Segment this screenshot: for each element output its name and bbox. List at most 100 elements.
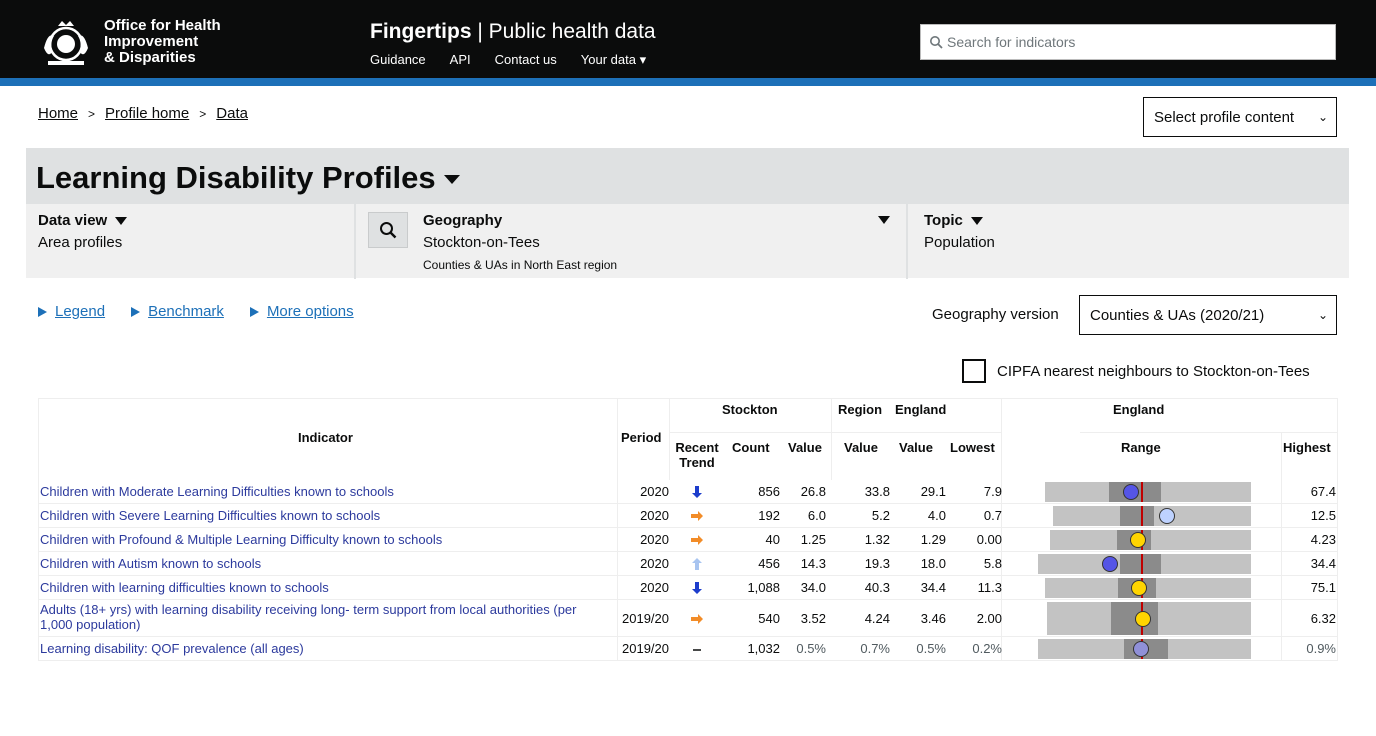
header-value[interactable]: Value	[788, 440, 822, 455]
legend-link[interactable]: Legend	[55, 303, 105, 320]
area-value-marker[interactable]	[1133, 641, 1149, 657]
header-period[interactable]: Period	[621, 430, 661, 445]
table-border	[1337, 398, 1338, 660]
table-border	[1281, 432, 1282, 660]
region-value-cell: 0.7%	[860, 641, 890, 656]
indicator-link[interactable]: Children with Profound & Multiple Learni…	[40, 532, 605, 547]
area-value-marker[interactable]	[1122, 484, 1139, 500]
trend-down-arrow-icon	[692, 486, 702, 498]
caret-down-icon	[115, 217, 128, 226]
select-profile-content[interactable]: Select profile content ⌄	[1143, 97, 1337, 137]
area-value-marker[interactable]	[1158, 508, 1175, 524]
highest-cell: 0.9%	[1306, 641, 1336, 656]
trend-no-change-icon	[693, 649, 701, 651]
england-value-cell: 18.0	[920, 556, 946, 571]
geography-version-label: Geography version	[932, 306, 1059, 323]
org-name-line1: Office for Health	[104, 17, 221, 34]
geography-value: Stockton-on-Tees	[423, 234, 540, 251]
value-cell: 1.25	[800, 532, 826, 547]
benchmark-link[interactable]: Benchmark	[148, 303, 224, 320]
highest-cell: 75.1	[1310, 580, 1336, 595]
cipfa-checkbox[interactable]	[962, 359, 986, 383]
highest-cell: 4.23	[1310, 532, 1336, 547]
search-input[interactable]: Search for indicators	[920, 24, 1336, 60]
indicator-link[interactable]: Children with Autism known to schools	[40, 556, 605, 571]
legend-toggle[interactable]: Legend	[38, 303, 105, 320]
breadcrumb-home[interactable]: Home	[38, 105, 78, 122]
geography-selector[interactable]: Geography Stockton-on-Tees Counties & UA…	[358, 204, 908, 279]
table-border	[38, 398, 1338, 399]
area-value-marker[interactable]	[1101, 556, 1118, 572]
triangle-right-icon	[249, 307, 259, 318]
lowest-cell: 7.9	[983, 484, 1002, 499]
breadcrumb-separator: >	[88, 106, 96, 121]
nav-contact[interactable]: Contact us	[495, 52, 557, 68]
row-divider	[38, 551, 1338, 552]
caret-down-icon	[970, 217, 983, 226]
region-value-cell: 33.8	[864, 484, 890, 499]
cipfa-label: CIPFA nearest neighbours to Stockton-on-…	[997, 363, 1310, 380]
lowest-cell: 0.2%	[972, 641, 1002, 656]
england-value-cell: 4.0	[927, 508, 946, 523]
nav-your-data[interactable]: Your data ▾	[581, 52, 646, 68]
region-value-cell: 1.32	[864, 532, 890, 547]
area-value-marker[interactable]	[1135, 610, 1152, 627]
triangle-right-icon	[131, 307, 141, 318]
nav-guidance[interactable]: Guidance	[370, 52, 426, 68]
region-value-cell: 40.3	[864, 580, 890, 595]
england-value-cell: 34.4	[920, 580, 946, 595]
header-count[interactable]: Count	[732, 440, 770, 455]
data-view-value: Area profiles	[38, 234, 123, 251]
profile-title-text: Learning Disability Profiles	[36, 160, 436, 195]
period-cell: 2020	[640, 532, 669, 547]
header-indicator[interactable]: Indicator	[298, 430, 353, 445]
site-brand[interactable]: Fingertips | Public health data	[370, 20, 656, 44]
breadcrumb: Home > Profile home > Data	[38, 105, 248, 122]
breadcrumb-profile-home[interactable]: Profile home	[105, 105, 189, 122]
count-cell: 856	[758, 484, 780, 499]
header-england-value[interactable]: Value	[899, 440, 933, 455]
period-cell: 2020	[640, 556, 669, 571]
profile-selectors: Data view Area profiles Geography Stockt…	[26, 203, 1349, 279]
profile-title[interactable]: Learning Disability Profiles	[36, 160, 460, 196]
header-range: Range	[1121, 440, 1161, 455]
header-region-value[interactable]: Value	[844, 440, 878, 455]
data-view-label: Data view	[38, 212, 128, 229]
geography-version-select[interactable]: Counties & UAs (2020/21) ⌄	[1079, 295, 1337, 335]
org-name-line2: Improvement	[104, 33, 199, 50]
indicator-link[interactable]: Adults (18+ yrs) with learning disabilit…	[40, 602, 605, 632]
data-view-selector[interactable]: Data view Area profiles	[26, 204, 356, 279]
indicator-link[interactable]: Learning disability: QOF prevalence (all…	[40, 641, 605, 656]
indicator-link[interactable]: Children with Severe Learning Difficulti…	[40, 508, 605, 523]
table-border	[1080, 432, 1338, 433]
trend-right-arrow-icon	[691, 511, 703, 521]
indicator-link[interactable]: Children with learning difficulties know…	[40, 580, 605, 595]
geography-search-button[interactable]	[368, 212, 408, 248]
table-border	[831, 398, 832, 480]
indicator-link[interactable]: Children with Moderate Learning Difficul…	[40, 484, 605, 499]
england-value-cell: 0.5%	[916, 641, 946, 656]
search-icon	[380, 222, 397, 239]
more-options-toggle[interactable]: More options	[249, 303, 354, 320]
profile-panel: Learning Disability Profiles Data view A…	[26, 148, 1349, 279]
org-name[interactable]: Office for Health Improvement & Disparit…	[104, 18, 221, 66]
count-cell: 456	[758, 556, 780, 571]
site-header: Office for Health Improvement & Disparit…	[0, 0, 1376, 86]
table-border	[38, 398, 39, 660]
breadcrumb-data[interactable]: Data	[216, 105, 248, 122]
england-value-cell: 1.29	[920, 532, 946, 547]
benchmark-toggle[interactable]: Benchmark	[131, 303, 224, 320]
row-divider	[38, 660, 1338, 661]
topic-selector[interactable]: Topic Population	[910, 204, 1349, 279]
lowest-cell: 0.7	[983, 508, 1002, 523]
period-cell: 2019/20	[622, 641, 669, 656]
options-row: Legend Benchmark More options	[38, 303, 354, 320]
caret-down-icon[interactable]	[878, 216, 890, 224]
value-cell: 34.0	[800, 580, 826, 595]
count-cell: 40	[765, 532, 780, 547]
more-options-link[interactable]: More options	[267, 303, 354, 320]
nav-api[interactable]: API	[450, 52, 471, 68]
region-value-cell: 4.24	[864, 610, 890, 626]
header-region: Region	[838, 402, 883, 417]
value-cell: 14.3	[800, 556, 826, 571]
